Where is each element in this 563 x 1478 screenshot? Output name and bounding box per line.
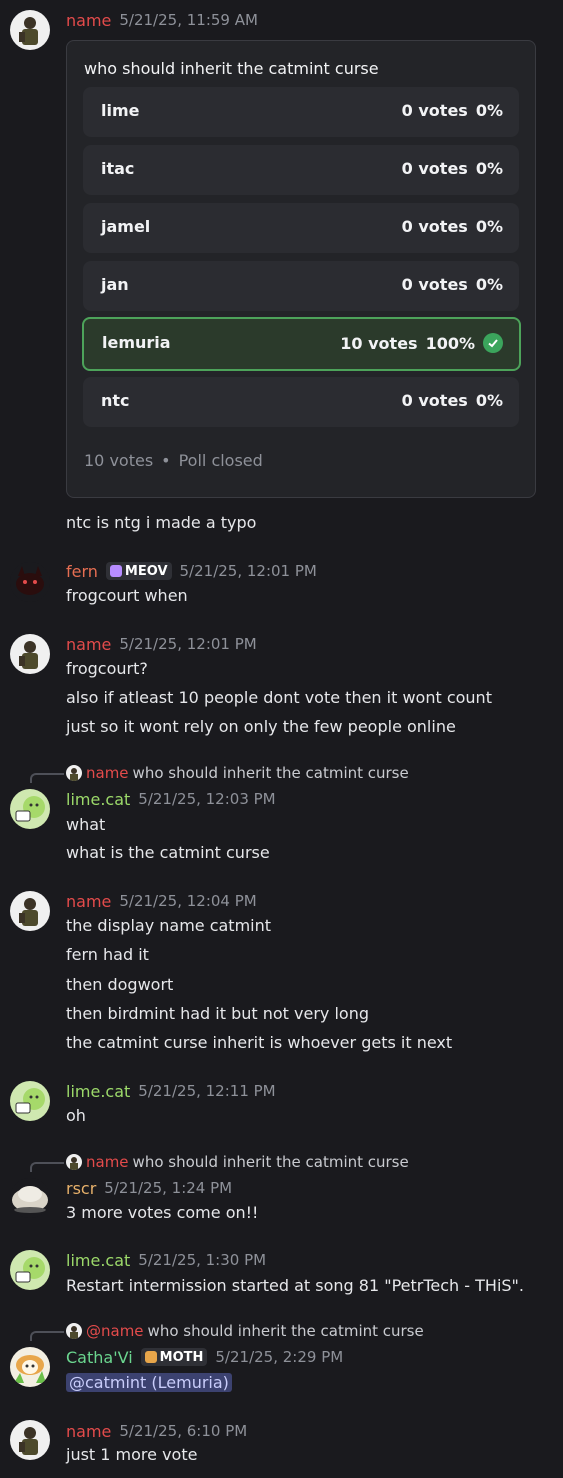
timestamp: 5/21/25, 2:29 PM bbox=[215, 1348, 344, 1366]
poll-option-percent: 0% bbox=[475, 101, 503, 120]
username[interactable]: Catha'Vi bbox=[66, 1348, 133, 1367]
username[interactable]: lime.cat bbox=[66, 1082, 130, 1101]
poll-option-percent: 0% bbox=[475, 275, 503, 294]
timestamp: 5/21/25, 12:01 PM bbox=[119, 635, 257, 653]
poll-option-label: ntc bbox=[101, 391, 130, 410]
checkmark-icon bbox=[483, 333, 503, 353]
timestamp: 5/21/25, 1:24 PM bbox=[104, 1179, 233, 1197]
poll-option[interactable]: lime 0 votes 0% bbox=[83, 87, 519, 137]
poll-option-label: itac bbox=[101, 159, 135, 178]
avatar[interactable] bbox=[10, 1347, 50, 1387]
poll-option[interactable]: itac 0 votes 0% bbox=[83, 145, 519, 195]
avatar[interactable] bbox=[10, 10, 50, 50]
message-text: also if atleast 10 people dont vote then… bbox=[66, 688, 492, 707]
avatar[interactable] bbox=[10, 1420, 50, 1460]
timestamp: 5/21/25, 12:03 PM bbox=[138, 790, 276, 808]
reply-connector bbox=[30, 1331, 64, 1341]
message-text: the display name catmint bbox=[66, 916, 272, 935]
message-text: ntc is ntg i made a typo bbox=[66, 513, 257, 532]
poll-option-label: jamel bbox=[101, 217, 151, 236]
poll-option-winner[interactable]: lemuria 10 votes 100% bbox=[82, 317, 521, 371]
message-text: 3 more votes come on!! bbox=[66, 1203, 259, 1222]
username[interactable]: name bbox=[66, 1422, 111, 1441]
username[interactable]: lime.cat bbox=[66, 1251, 130, 1270]
username[interactable]: lime.cat bbox=[66, 790, 130, 809]
timestamp: 5/21/25, 12:01 PM bbox=[179, 562, 317, 580]
message-text: then birdmint had it but not very long bbox=[66, 1004, 369, 1023]
poll-option-label: jan bbox=[101, 275, 129, 294]
poll-option-votes: 0 votes bbox=[401, 159, 468, 178]
avatar[interactable] bbox=[10, 1081, 50, 1121]
message-text: what bbox=[66, 815, 106, 834]
server-tag-label: MEOV bbox=[124, 563, 168, 579]
avatar[interactable] bbox=[10, 634, 50, 674]
avatar[interactable] bbox=[10, 1250, 50, 1290]
poll-option-votes: 0 votes bbox=[401, 217, 468, 236]
message-text: frogcourt? bbox=[66, 659, 148, 678]
message-text: fern had it bbox=[66, 945, 149, 964]
reply-preview[interactable]: @name who should inherit the catmint cur… bbox=[66, 1322, 424, 1340]
server-tag-label: MOTH bbox=[159, 1349, 204, 1365]
server-tag[interactable]: MEOV bbox=[105, 562, 172, 580]
message-text: what is the catmint curse bbox=[66, 843, 270, 862]
reply-preview[interactable]: name who should inherit the catmint curs… bbox=[66, 1153, 409, 1171]
poll-option-percent: 0% bbox=[475, 391, 503, 410]
poll-option-votes: 10 votes bbox=[340, 333, 418, 353]
reply-author: name bbox=[86, 764, 129, 782]
poll-option-votes: 0 votes bbox=[401, 101, 468, 120]
username[interactable]: name bbox=[66, 11, 111, 30]
timestamp: 5/21/25, 12:11 PM bbox=[138, 1082, 276, 1100]
poll-status: Poll closed bbox=[178, 451, 263, 470]
message-text: just so it wont rely on only the few peo… bbox=[66, 717, 456, 736]
poll-option-votes: 0 votes bbox=[401, 275, 468, 294]
reply-text: who should inherit the catmint curse bbox=[132, 1153, 409, 1171]
poll-option-label: lime bbox=[101, 101, 140, 120]
avatar bbox=[66, 1323, 82, 1339]
poll-option[interactable]: jan 0 votes 0% bbox=[83, 261, 519, 311]
avatar bbox=[66, 765, 82, 781]
poll-option-percent: 100% bbox=[425, 333, 475, 353]
server-tag[interactable]: MOTH bbox=[140, 1348, 208, 1366]
username[interactable]: name bbox=[66, 892, 111, 911]
username[interactable]: name bbox=[66, 635, 111, 654]
message-text: Restart intermission started at song 81 … bbox=[66, 1276, 524, 1295]
separator-dot: • bbox=[161, 451, 171, 470]
avatar[interactable] bbox=[10, 562, 50, 602]
poll-option-percent: 0% bbox=[475, 159, 503, 178]
reply-preview[interactable]: name who should inherit the catmint curs… bbox=[66, 764, 409, 782]
message-text: just 1 more vote bbox=[66, 1445, 198, 1464]
timestamp: 5/21/25, 1:30 PM bbox=[138, 1251, 267, 1269]
timestamp: 5/21/25, 11:59 AM bbox=[119, 11, 258, 29]
avatar[interactable] bbox=[10, 789, 50, 829]
message-text: oh bbox=[66, 1106, 86, 1125]
reply-author: @name bbox=[86, 1322, 144, 1340]
poll-option-label: lemuria bbox=[102, 333, 171, 352]
poll-option-percent: 0% bbox=[475, 217, 503, 236]
moth-icon bbox=[144, 1351, 157, 1363]
message-text: the catmint curse inherit is whoever get… bbox=[66, 1033, 453, 1052]
poll-option-votes: 0 votes bbox=[401, 391, 468, 410]
avatar[interactable] bbox=[10, 891, 50, 931]
reply-text: who should inherit the catmint curse bbox=[147, 1322, 424, 1340]
reply-connector bbox=[30, 1162, 64, 1172]
timestamp: 5/21/25, 12:04 PM bbox=[119, 892, 257, 910]
username[interactable]: rscr bbox=[66, 1179, 96, 1198]
poll-option[interactable]: jamel 0 votes 0% bbox=[83, 203, 519, 253]
poll-total-votes: 10 votes bbox=[84, 451, 154, 470]
poll-question: who should inherit the catmint curse bbox=[84, 59, 379, 78]
avatar[interactable] bbox=[10, 1178, 50, 1218]
message-text: @catmint (Lemuria) bbox=[66, 1373, 232, 1392]
reply-author: name bbox=[86, 1153, 129, 1171]
reply-connector bbox=[30, 773, 64, 783]
message-text: frogcourt when bbox=[66, 586, 188, 605]
avatar bbox=[66, 1154, 82, 1170]
role-mention[interactable]: @catmint (Lemuria) bbox=[66, 1373, 232, 1392]
poll-card: who should inherit the catmint curse lim… bbox=[66, 40, 536, 498]
username[interactable]: fern bbox=[66, 562, 98, 581]
poll-option[interactable]: ntc 0 votes 0% bbox=[83, 377, 519, 427]
reply-text: who should inherit the catmint curse bbox=[132, 764, 409, 782]
timestamp: 5/21/25, 6:10 PM bbox=[119, 1422, 248, 1440]
heart-icon bbox=[109, 565, 122, 577]
message-text: then dogwort bbox=[66, 975, 174, 994]
